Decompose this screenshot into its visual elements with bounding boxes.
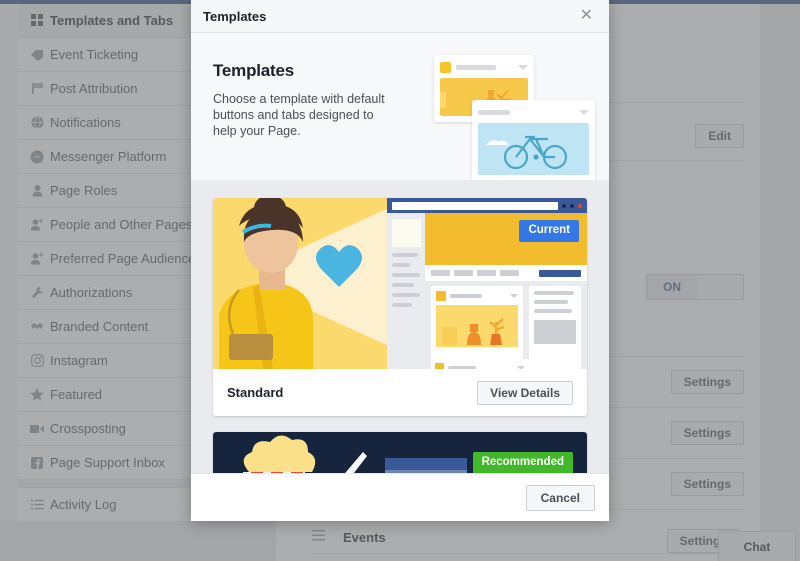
text-placeholder — [392, 283, 414, 287]
chevron-down-icon — [579, 109, 589, 115]
hero-card-bike — [472, 100, 595, 180]
preview-sidebar — [529, 286, 581, 369]
preview-left-column — [387, 213, 425, 369]
modal-footer: Cancel — [191, 473, 609, 521]
modal-description: Choose a template with default buttons a… — [213, 92, 385, 138]
preview-tab — [431, 270, 450, 276]
avatar-placeholder — [440, 61, 451, 73]
close-icon[interactable]: ✕ — [576, 6, 597, 26]
preview-post-image — [436, 305, 518, 347]
text-placeholder — [392, 273, 420, 277]
template-list[interactable]: Current Standard View Details Recommende… — [191, 180, 609, 473]
text-placeholder — [448, 365, 476, 369]
preview-tab — [454, 270, 473, 276]
modal-header-title: Templates — [203, 8, 267, 24]
text-placeholder — [392, 293, 420, 297]
modal-intro: Templates Choose a template with default… — [191, 33, 609, 180]
text-placeholder — [392, 303, 412, 307]
chevron-down-icon — [518, 64, 528, 70]
address-bar — [392, 201, 558, 210]
preview-cta-button — [539, 269, 581, 277]
chevron-down-icon — [510, 294, 518, 298]
templates-modal: Templates ✕ Templates Choose a template … — [191, 0, 609, 521]
status-badge-current: Current — [519, 220, 579, 242]
preview-sidebar-box — [534, 320, 576, 344]
text-placeholder — [534, 291, 574, 295]
text-placeholder — [392, 263, 410, 267]
modal-body[interactable]: Templates Choose a template with default… — [191, 33, 609, 473]
template-artwork: Recommended — [213, 432, 587, 473]
status-badge-recommended: Recommended — [472, 452, 573, 473]
avatar-placeholder — [436, 291, 446, 301]
avatar-placeholder — [435, 363, 444, 369]
text-placeholder — [392, 253, 418, 257]
template-card-footer: Standard View Details — [213, 369, 587, 416]
browser-chrome-bar — [387, 198, 587, 213]
preview-post-partial — [431, 359, 529, 369]
preview-post — [431, 286, 523, 369]
chrome-dot — [562, 203, 566, 208]
preview-tab — [477, 270, 496, 276]
template-name: Standard — [227, 385, 284, 400]
template-artwork: Current — [213, 198, 587, 369]
text-placeholder — [534, 300, 568, 304]
template-card-standard[interactable]: Current Standard View Details — [213, 198, 587, 416]
chevron-down-icon — [517, 365, 525, 369]
modal-header: Templates ✕ — [191, 0, 609, 33]
chrome-dot-red — [578, 203, 582, 208]
template-card-recommended[interactable]: Recommended — [213, 432, 587, 473]
hero-illustration — [424, 55, 609, 180]
chrome-dot — [570, 203, 574, 208]
text-placeholder — [450, 294, 482, 298]
cancel-button[interactable]: Cancel — [525, 484, 595, 511]
preview-feed — [425, 281, 587, 369]
bicycle-photo — [478, 123, 589, 175]
preview-tab — [500, 270, 519, 276]
screen: Templates and Tabs Event Ticketing Post … — [0, 0, 800, 561]
view-details-button[interactable]: View Details — [477, 380, 573, 405]
text-placeholder — [534, 309, 572, 313]
text-placeholder — [478, 109, 510, 115]
preview-thumbnail — [392, 219, 421, 247]
text-placeholder — [456, 64, 496, 70]
preview-tab-strip — [425, 265, 587, 281]
